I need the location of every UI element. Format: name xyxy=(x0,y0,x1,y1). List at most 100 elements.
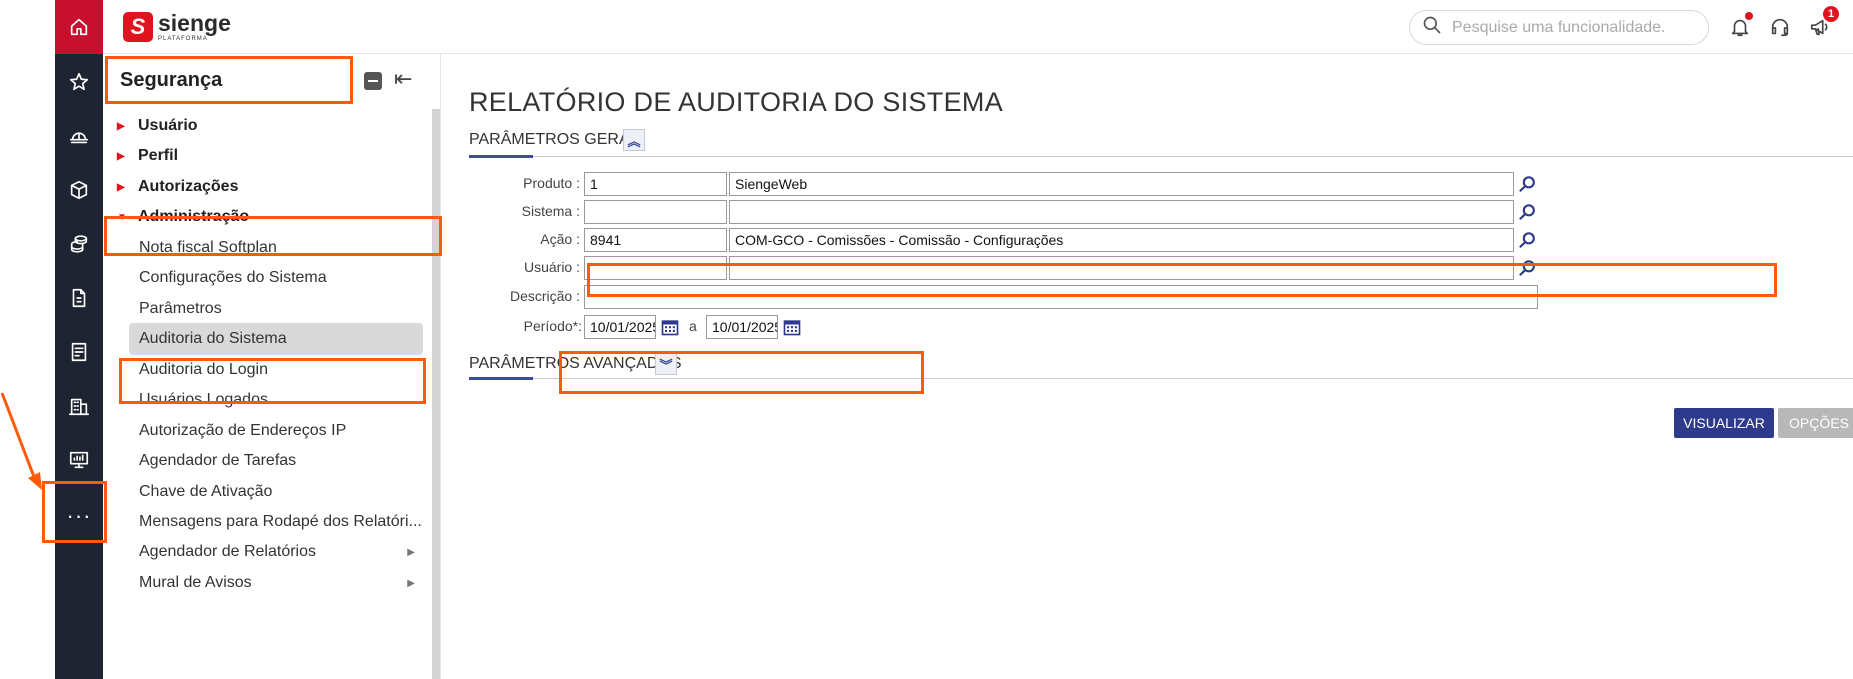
section-accent xyxy=(469,155,533,158)
menu-item-label: Auditoria do Login xyxy=(139,361,268,378)
section-advanced-label: PARÂMETROS AVANÇADOS xyxy=(469,355,682,372)
menu-item-chave-ativacao[interactable]: Chave de Ativação xyxy=(103,475,429,509)
home-icon[interactable] xyxy=(55,0,103,54)
announcement-badge: 1 xyxy=(1823,6,1839,22)
produto-label: Produto : xyxy=(523,175,580,191)
bell-icon[interactable] xyxy=(1727,12,1753,40)
search-box[interactable] xyxy=(1409,10,1709,45)
menu-item-label: Usuários Logados xyxy=(139,391,268,408)
section-accent xyxy=(469,377,533,380)
opcoes-button[interactable]: OPÇÕES xyxy=(1778,408,1853,438)
produto-lookup-icon[interactable] xyxy=(1516,172,1540,196)
hide-panel-icon[interactable]: ⇤ xyxy=(394,68,412,90)
usuario-label: Usuário : xyxy=(523,259,580,275)
periodo-separator: a xyxy=(689,318,697,334)
menu-group-label: Administração xyxy=(138,208,250,225)
notification-dot xyxy=(1745,12,1753,20)
visualizar-button[interactable]: VISUALIZAR xyxy=(1674,408,1774,438)
menu-item-parametros[interactable]: Parâmetros xyxy=(103,292,429,326)
menu-item-label: Autorização de Endereços IP xyxy=(139,422,347,439)
produto-code-field[interactable]: 1 xyxy=(584,172,727,196)
acao-label: Ação : xyxy=(540,231,580,247)
more-icon[interactable]: ··· xyxy=(55,496,103,536)
usuario-lookup-icon[interactable] xyxy=(1516,256,1540,280)
search-input[interactable] xyxy=(1452,18,1692,37)
periodo-to-field[interactable]: 10/01/2025 xyxy=(706,315,778,339)
menu-item-auditoria-sistema[interactable]: Auditoria do Sistema xyxy=(103,322,429,356)
sienge-logo[interactable]: S sienge PLATAFORMA xyxy=(123,12,231,42)
menu-item-label: Mensagens para Rodapé dos Relatóri... xyxy=(139,513,422,530)
usuario-name-field[interactable] xyxy=(729,256,1514,280)
calendar-to-icon[interactable] xyxy=(781,316,803,338)
menu-group-administracao[interactable]: ▼ Administração xyxy=(103,200,429,234)
menu-item-label: Agendador de Tarefas xyxy=(139,452,297,469)
left-gutter xyxy=(0,0,55,679)
menu-item-agendador-relatorios[interactable]: Agendador de Relatórios ▶ xyxy=(103,535,429,569)
menu-group-label: Autorizações xyxy=(138,178,239,195)
menu-item-agendador-tarefas[interactable]: Agendador de Tarefas xyxy=(103,444,429,478)
more-label: ··· xyxy=(66,503,92,528)
calendar-from-icon[interactable] xyxy=(659,316,681,338)
document-icon[interactable] xyxy=(55,278,103,318)
logo-mark: S xyxy=(123,12,153,42)
side-panel-header: Segurança ⇤ xyxy=(103,54,441,109)
menu-item-mural-avisos[interactable]: Mural de Avisos ▶ xyxy=(103,566,429,600)
submenu-arrow-icon: ▶ xyxy=(407,577,415,589)
periodo-from-field[interactable]: 10/01/2025 xyxy=(584,315,656,339)
menu-group-label: Perfil xyxy=(138,147,179,164)
caret-down-icon: ▼ xyxy=(117,211,127,223)
menu-item-nota-fiscal[interactable]: Nota fiscal Softplan xyxy=(103,231,429,265)
logo-name: sienge xyxy=(158,10,231,36)
caret-right-icon: ▶ xyxy=(117,120,125,132)
helmet-icon[interactable] xyxy=(55,116,103,156)
produto-name-field[interactable]: SiengeWeb xyxy=(729,172,1514,196)
descricao-field[interactable] xyxy=(584,285,1538,309)
caret-right-icon: ▶ xyxy=(117,150,125,162)
collapse-all-button[interactable] xyxy=(364,72,382,90)
search-icon xyxy=(1422,15,1442,40)
section-advanced: PARÂMETROS AVANÇADOS ︾ xyxy=(469,353,1853,381)
annotation-arrow xyxy=(0,392,42,490)
section-divider xyxy=(469,156,1853,157)
side-panel: Segurança ⇤ ▶ Usuário ▶ Perfil ▶ Autoriz… xyxy=(103,54,441,679)
menu-item-enderecos-ip[interactable]: Autorização de Endereços IP xyxy=(103,414,429,448)
sistema-name-field[interactable] xyxy=(729,200,1514,224)
menu-item-label: Mural de Avisos xyxy=(139,574,252,591)
menu-item-usuarios-logados[interactable]: Usuários Logados xyxy=(103,383,429,417)
sistema-lookup-icon[interactable] xyxy=(1516,200,1540,224)
coins-icon[interactable] xyxy=(55,224,103,264)
acao-code-field[interactable]: 8941 xyxy=(584,228,727,252)
menu-item-label: Auditoria do Sistema xyxy=(139,330,287,347)
menu-item-configuracoes[interactable]: Configurações do Sistema xyxy=(103,261,429,295)
menu-item-mensagens-rodape[interactable]: Mensagens para Rodapé dos Relatóri... xyxy=(103,505,429,539)
monitor-icon[interactable] xyxy=(55,440,103,480)
menu-group-perfil[interactable]: ▶ Perfil xyxy=(103,139,429,173)
menu-group-autorizacoes[interactable]: ▶ Autorizações xyxy=(103,170,429,204)
star-icon[interactable] xyxy=(55,62,103,102)
menu-group-usuario[interactable]: ▶ Usuário xyxy=(103,109,429,143)
section-general-label: PARÂMETROS GERAIS xyxy=(469,131,645,148)
menu-item-label: Agendador de Relatórios xyxy=(139,543,317,560)
headset-icon[interactable] xyxy=(1767,14,1793,40)
sistema-code-field[interactable] xyxy=(584,200,727,224)
side-panel-title: Segurança xyxy=(120,69,223,91)
section-divider xyxy=(469,378,1853,379)
side-menu: ▶ Usuário ▶ Perfil ▶ Autorizações ▼ Admi… xyxy=(103,109,441,679)
sistema-label: Sistema : xyxy=(521,203,580,219)
report-icon[interactable] xyxy=(55,332,103,372)
menu-item-label: Configurações do Sistema xyxy=(139,269,327,286)
collapse-section-icon[interactable]: ︽ xyxy=(623,129,645,151)
expand-section-icon[interactable]: ︾ xyxy=(655,353,677,375)
logo-text: sienge PLATAFORMA xyxy=(158,10,231,43)
box-icon[interactable] xyxy=(55,170,103,210)
page-title: RELATÓRIO DE AUDITORIA DO SISTEMA xyxy=(469,87,1004,117)
icon-rail: ··· xyxy=(55,0,103,679)
usuario-code-field[interactable] xyxy=(584,256,727,280)
acao-lookup-icon[interactable] xyxy=(1516,228,1540,252)
menu-item-auditoria-login[interactable]: Auditoria do Login xyxy=(103,353,429,387)
megaphone-icon[interactable]: 1 xyxy=(1807,6,1839,40)
building-icon[interactable] xyxy=(55,386,103,426)
submenu-arrow-icon: ▶ xyxy=(407,546,415,558)
acao-name-field[interactable]: COM-GCO - Comissões - Comissão - Configu… xyxy=(729,228,1514,252)
logo-subtitle: PLATAFORMA xyxy=(158,36,208,42)
